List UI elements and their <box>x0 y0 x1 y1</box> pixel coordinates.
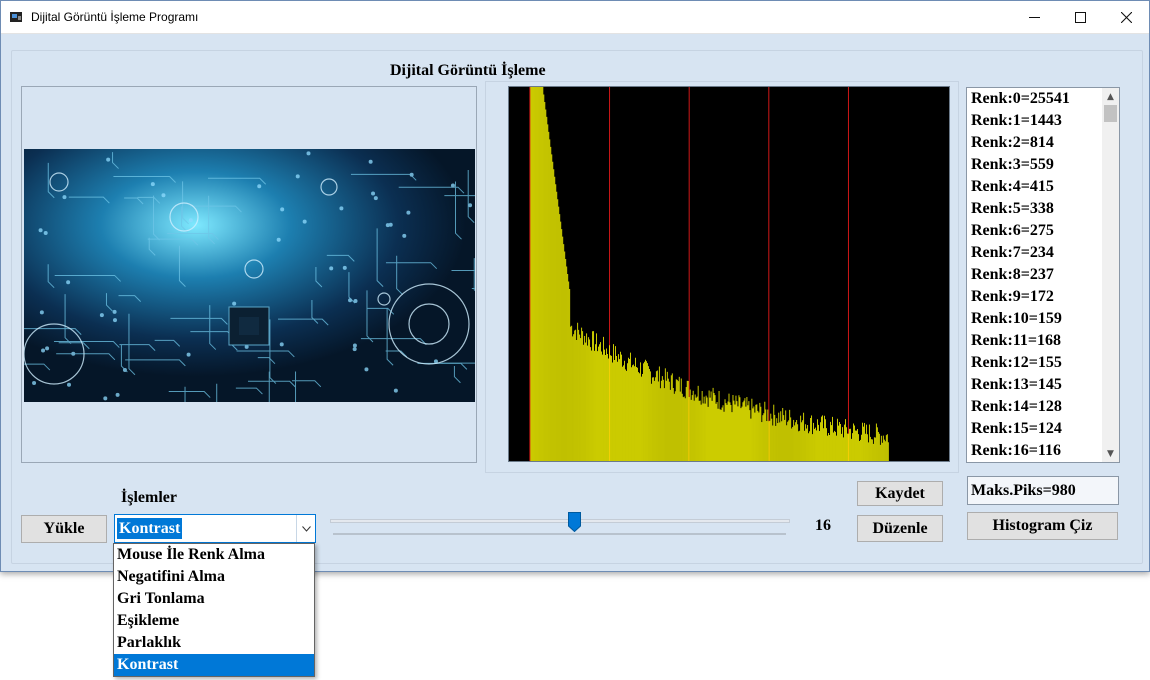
main-window: Dijital Görüntü İşleme Programı Dijital … <box>0 0 1150 572</box>
dropdown-option[interactable]: Gri Tonlama <box>114 588 314 610</box>
list-item[interactable]: Renk:4=415 <box>971 178 1054 196</box>
list-item[interactable]: Renk:0=25541 <box>971 90 1070 108</box>
list-item[interactable]: Renk:2=814 <box>971 134 1054 152</box>
draw-histogram-button[interactable]: Histogram Çiz <box>967 512 1118 540</box>
list-item[interactable]: Renk:9=172 <box>971 288 1054 306</box>
close-button[interactable] <box>1103 1 1149 33</box>
list-item[interactable]: Renk:6=275 <box>971 222 1054 240</box>
color-count-listbox[interactable]: Renk:0=25541 Renk:1=1443 Renk:2=814 Renk:3=… <box>966 87 1120 463</box>
list-item[interactable]: Renk:12=155 <box>971 354 1062 372</box>
slider-tick-line <box>333 533 786 535</box>
list-item[interactable]: Renk:3=559 <box>971 156 1054 174</box>
app-icon <box>10 12 22 22</box>
edit-button[interactable]: Düzenle <box>857 515 943 542</box>
window-title: Dijital Görüntü İşleme Programı <box>31 10 199 24</box>
list-item[interactable]: Renk:1=1443 <box>971 112 1062 130</box>
list-item[interactable]: Renk:14=128 <box>971 398 1062 416</box>
list-item[interactable]: Renk:5=338 <box>971 200 1054 218</box>
list-item[interactable]: Renk:7=234 <box>971 244 1054 262</box>
scroll-up-icon[interactable]: ▲ <box>1102 88 1119 105</box>
image-picturebox <box>21 86 477 463</box>
operations-combobox[interactable]: Kontrast <box>114 514 316 543</box>
minimize-icon <box>1028 16 1040 18</box>
combo-dropdown-button[interactable] <box>296 515 315 542</box>
page-title: Dijital Görüntü İşleme <box>390 62 546 79</box>
list-item[interactable]: Renk:16=116 <box>971 442 1061 460</box>
dropdown-option[interactable]: Parlaklık <box>114 632 314 654</box>
dropdown-option[interactable]: Negatifini Alma <box>114 566 314 588</box>
list-item[interactable]: Renk:10=159 <box>971 310 1062 328</box>
scroll-down-icon[interactable]: ▼ <box>1102 445 1119 462</box>
list-item[interactable]: Renk:15=124 <box>971 420 1062 438</box>
operations-dropdown-list[interactable]: Mouse İle Renk Alma Negatifini Alma Gri To… <box>113 543 315 677</box>
combo-selected-value: Kontrast <box>117 518 183 539</box>
save-button[interactable]: Kaydet <box>857 481 943 506</box>
close-icon <box>1120 11 1132 23</box>
operations-label: İşlemler <box>121 489 177 506</box>
chevron-down-icon <box>301 525 311 532</box>
max-pixel-label: Maks.Piks=980 <box>967 476 1119 505</box>
list-item[interactable]: Renk:8=237 <box>971 266 1054 284</box>
dropdown-option[interactable]: Mouse İle Renk Alma <box>114 544 314 566</box>
dropdown-option[interactable]: Kontrast <box>114 654 314 676</box>
dropdown-option[interactable]: Eşikleme <box>114 610 314 632</box>
maximize-icon <box>1074 11 1086 23</box>
load-button[interactable]: Yükle <box>21 515 107 543</box>
listbox-scrollbar[interactable]: ▲ ▼ <box>1102 88 1119 462</box>
list-item[interactable]: Renk:13=145 <box>971 376 1062 394</box>
histogram-plot <box>508 86 950 462</box>
list-item[interactable]: Renk:11=168 <box>971 332 1061 350</box>
maximize-button[interactable] <box>1057 1 1103 33</box>
minimize-button[interactable] <box>1011 1 1057 33</box>
title-bar: Dijital Görüntü İşleme Programı <box>1 1 1149 34</box>
slider-track[interactable] <box>330 519 790 523</box>
slider-value: 16 <box>815 517 831 534</box>
slider-thumb[interactable] <box>568 512 581 532</box>
scroll-thumb[interactable] <box>1104 105 1117 122</box>
circuit-board-image <box>24 149 475 402</box>
